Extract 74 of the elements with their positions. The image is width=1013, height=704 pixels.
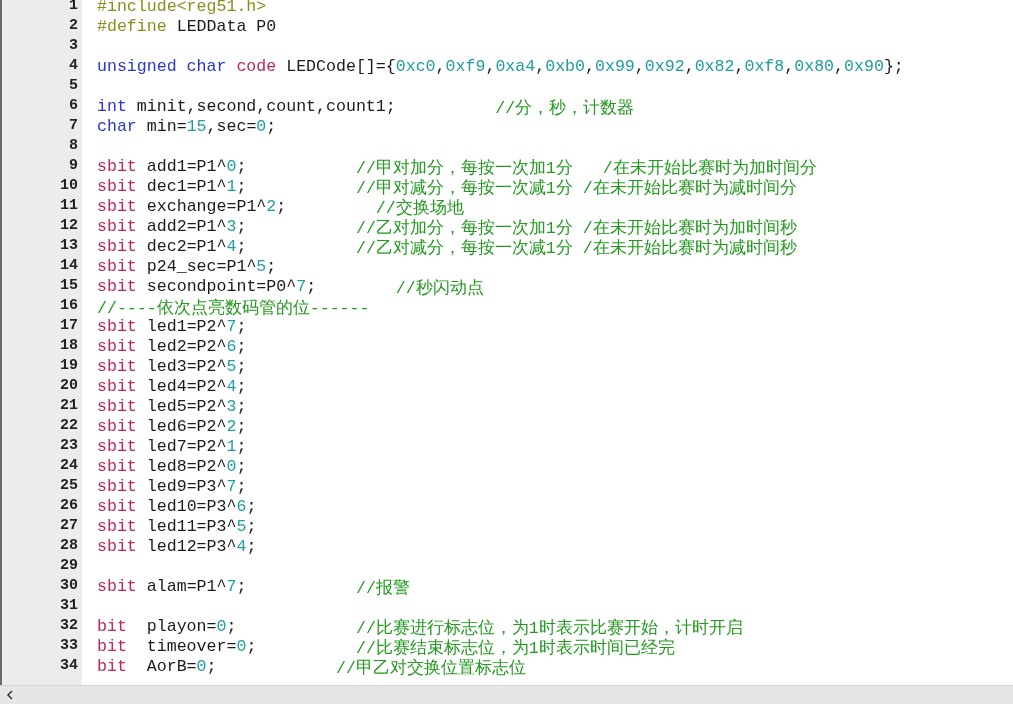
code-comment: //甲对减分，每按一次减1分 /在未开始比赛时为减时间分 — [355, 177, 797, 197]
code-text: sbit led8=P2^0; — [97, 457, 247, 477]
line-number: 27 — [59, 517, 79, 536]
code-comment: //甲乙对交换位置标志位 — [336, 657, 526, 677]
code-text: sbit p24_sec=P1^5; — [97, 257, 277, 277]
line-number: 29 — [59, 557, 79, 576]
line-number: 9 — [68, 157, 79, 176]
code-comment: //比赛结束标志位，为1时表示时间已经完 — [355, 637, 675, 657]
line-number: 20 — [59, 377, 79, 396]
line-number: 10 — [59, 177, 79, 196]
line-number: 12 — [59, 217, 79, 236]
code-text: sbit dec1=P1^1; — [97, 177, 248, 197]
line-number: 34 — [59, 657, 79, 676]
code-comment: //交换场地 — [375, 197, 464, 217]
scroll-left-icon[interactable] — [6, 690, 14, 700]
line-number: 30 — [59, 577, 79, 596]
code-text: sbit led12=P3^4; — [97, 537, 257, 557]
code-text: sbit led1=P2^7; — [97, 317, 247, 337]
code-comment: //乙对加分，每按一次加1分 /在未开始比赛时为加时间秒 — [355, 217, 797, 237]
code-text: sbit exchange=P1^2; — [97, 197, 288, 217]
line-number: 16 — [59, 297, 79, 316]
horizontal-scrollbar[interactable] — [0, 685, 1013, 704]
line-number: 28 — [59, 537, 79, 556]
code-text: unsigned char code LEDCode[]={0xc0,0xf9,0xa4,0xb0,0x99,0x92,0x82,0xf8,0x80,0x90}; — [97, 57, 904, 77]
line-number: 2 — [68, 17, 79, 36]
line-number: 26 — [59, 497, 79, 516]
line-number: 6 — [68, 97, 79, 116]
code-text: #define LEDData P0 — [97, 17, 277, 37]
line-number: 17 — [59, 317, 79, 336]
code-comment: //比赛进行标志位，为1时表示比赛开始，计时开启 — [355, 617, 743, 637]
line-number: 23 — [59, 437, 79, 456]
line-number: 11 — [59, 197, 79, 216]
code-text: sbit alam=P1^7; — [97, 577, 248, 597]
code-text: bit timeover=0; — [97, 637, 258, 657]
line-number: 4 — [68, 57, 79, 76]
code-text: sbit led9=P3^7; — [97, 477, 247, 497]
code-comment: //分，秒，计数器 — [495, 98, 635, 117]
code-text: sbit led6=P2^2; — [97, 417, 247, 437]
code-text: sbit led4=P2^4; — [97, 377, 247, 397]
code-comment: //秒闪动点 — [395, 278, 484, 297]
line-number: 5 — [68, 77, 79, 96]
line-number: 24 — [59, 457, 79, 476]
line-number: 15 — [59, 277, 79, 296]
code-comment: //甲对加分，每按一次加1分 /在未开始比赛时为加时间分 — [355, 157, 817, 177]
code-comment: //----依次点亮数码管的位------ — [97, 297, 370, 317]
code-text: sbit led11=P3^5; — [97, 517, 257, 537]
code-text: sbit add2=P1^3; — [97, 217, 248, 237]
code-text: bit playon=0; — [97, 617, 238, 637]
code-text: sbit led2=P2^6; — [97, 337, 247, 357]
code-text: bit AorB=0; — [97, 657, 218, 677]
line-number: 32 — [59, 617, 79, 636]
code-text: sbit led3=P2^5; — [97, 357, 247, 377]
code-text: sbit add1=P1^0; — [97, 157, 248, 177]
code-text: char min=15,sec=0; — [97, 117, 277, 137]
code-text: sbit led7=P2^1; — [97, 437, 247, 457]
line-number: 13 — [59, 237, 79, 256]
code-comment: //报警 — [355, 578, 410, 597]
line-number: 19 — [59, 357, 79, 376]
code-text: sbit led10=P3^6; — [97, 497, 257, 517]
line-number: 31 — [59, 597, 79, 616]
line-number: 7 — [68, 117, 79, 136]
line-number: 22 — [59, 417, 79, 436]
line-number: 21 — [59, 397, 79, 416]
line-number: 8 — [68, 137, 79, 156]
line-number: 18 — [59, 337, 79, 356]
code-text: sbit secondpoint=P0^7; — [97, 277, 318, 297]
line-number: 14 — [59, 257, 79, 276]
code-comment: //乙对减分，每按一次减1分 /在未开始比赛时为减时间秒 — [355, 237, 797, 257]
code-text: sbit led5=P2^3; — [97, 397, 247, 417]
line-number: 3 — [68, 37, 79, 56]
code-text: sbit dec2=P1^4; — [97, 237, 248, 257]
code-text: int minit,second,count,count1; — [97, 97, 397, 117]
line-number: 33 — [59, 637, 79, 656]
line-number: 25 — [59, 477, 79, 496]
